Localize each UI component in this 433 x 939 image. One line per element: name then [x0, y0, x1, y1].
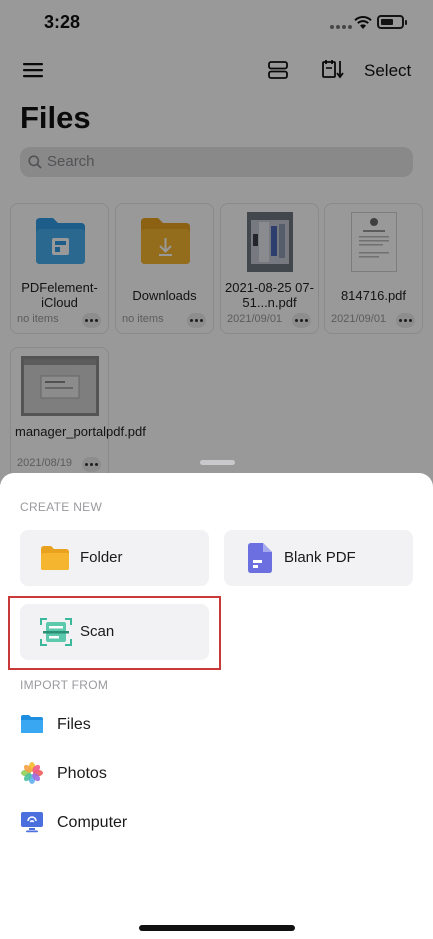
import-from-label: IMPORT FROM: [20, 678, 109, 692]
import-photos-label: Photos: [57, 765, 107, 782]
folder-icon: [41, 546, 69, 570]
computer-icon: [21, 812, 43, 833]
import-files-button[interactable]: Files: [20, 710, 400, 740]
create-import-sheet: CREATE NEW Folder Blank PDF Scan IMPORT …: [0, 473, 433, 939]
create-folder-button[interactable]: Folder: [20, 530, 209, 586]
create-blank-pdf-button[interactable]: Blank PDF: [224, 530, 413, 586]
scan-highlight-annotation: [8, 596, 221, 670]
import-computer-label: Computer: [57, 814, 128, 831]
create-new-label: CREATE NEW: [20, 500, 103, 514]
home-indicator[interactable]: [139, 925, 295, 931]
create-folder-label: Folder: [80, 549, 123, 566]
import-photos-button[interactable]: Photos: [20, 759, 400, 789]
import-files-label: Files: [57, 716, 91, 733]
photos-app-icon: [21, 762, 43, 784]
import-computer-button[interactable]: Computer: [20, 808, 400, 838]
files-app-icon: [21, 715, 43, 733]
blank-pdf-icon: [248, 543, 272, 573]
create-blank-pdf-label: Blank PDF: [284, 549, 356, 566]
sheet-grabber[interactable]: [200, 460, 235, 465]
